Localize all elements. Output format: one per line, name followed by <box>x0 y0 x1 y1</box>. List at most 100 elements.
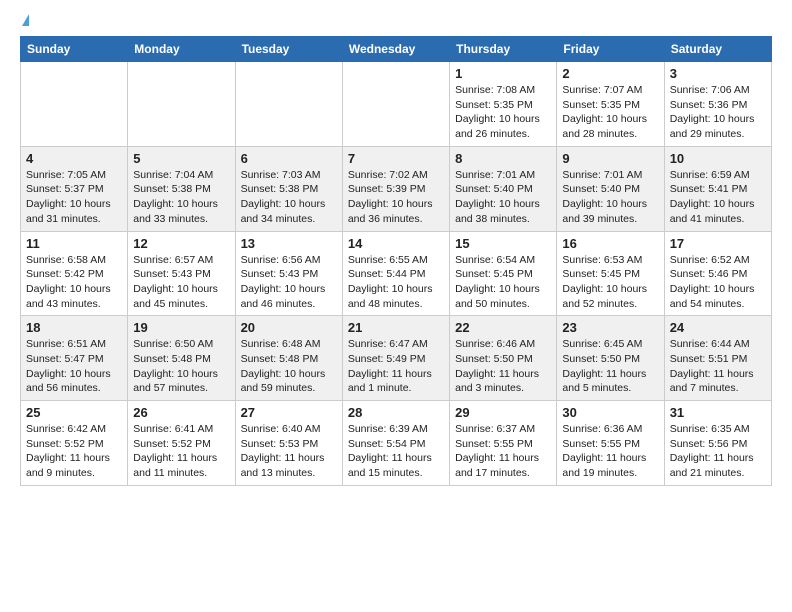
calendar-cell: 16 Sunrise: 6:53 AMSunset: 5:45 PMDayligh… <box>557 231 664 316</box>
header-row: Sunday Monday Tuesday Wednesday Thursday… <box>21 37 772 62</box>
cell-day-info: Sunrise: 7:06 AMSunset: 5:36 PMDaylight:… <box>670 83 766 142</box>
cell-day-info: Sunrise: 6:59 AMSunset: 5:41 PMDaylight:… <box>670 168 766 227</box>
cell-day-info: Sunrise: 6:57 AMSunset: 5:43 PMDaylight:… <box>133 253 229 312</box>
cell-day-number: 31 <box>670 405 766 420</box>
calendar-cell: 19 Sunrise: 6:50 AMSunset: 5:48 PMDayligh… <box>128 316 235 401</box>
calendar-cell: 22Sunrise: 6:46 AMSunset: 5:50 PMDayligh… <box>450 316 557 401</box>
calendar-cell: 9 Sunrise: 7:01 AMSunset: 5:40 PMDaylight… <box>557 146 664 231</box>
cell-day-number: 10 <box>670 151 766 166</box>
week-row-5: 25 Sunrise: 6:42 AMSunset: 5:52 PMDayligh… <box>21 401 772 486</box>
calendar-cell: 3 Sunrise: 7:06 AMSunset: 5:36 PMDaylight… <box>664 62 771 147</box>
cell-day-number: 4 <box>26 151 122 166</box>
week-row-3: 11 Sunrise: 6:58 AMSunset: 5:42 PMDayligh… <box>21 231 772 316</box>
calendar-cell: 26 Sunrise: 6:41 AMSunset: 5:52 PMDayligh… <box>128 401 235 486</box>
calendar-cell: 5 Sunrise: 7:04 AMSunset: 5:38 PMDaylight… <box>128 146 235 231</box>
calendar-table: Sunday Monday Tuesday Wednesday Thursday… <box>20 36 772 486</box>
cell-day-info: Sunrise: 7:01 AMSunset: 5:40 PMDaylight:… <box>455 168 551 227</box>
col-tuesday: Tuesday <box>235 37 342 62</box>
cell-day-number: 16 <box>562 236 658 251</box>
calendar-cell: 2 Sunrise: 7:07 AMSunset: 5:35 PMDaylight… <box>557 62 664 147</box>
cell-day-number: 28 <box>348 405 444 420</box>
col-thursday: Thursday <box>450 37 557 62</box>
cell-day-info: Sunrise: 7:01 AMSunset: 5:40 PMDaylight:… <box>562 168 658 227</box>
cell-day-number: 25 <box>26 405 122 420</box>
cell-day-number: 30 <box>562 405 658 420</box>
calendar-cell: 31Sunrise: 6:35 AMSunset: 5:56 PMDayligh… <box>664 401 771 486</box>
calendar-cell: 7 Sunrise: 7:02 AMSunset: 5:39 PMDaylight… <box>342 146 449 231</box>
cell-day-info: Sunrise: 7:05 AMSunset: 5:37 PMDaylight:… <box>26 168 122 227</box>
cell-day-number: 13 <box>241 236 337 251</box>
calendar-cell: 12 Sunrise: 6:57 AMSunset: 5:43 PMDayligh… <box>128 231 235 316</box>
logo-triangle-icon <box>22 14 29 26</box>
calendar-cell: 17Sunrise: 6:52 AMSunset: 5:46 PMDayligh… <box>664 231 771 316</box>
calendar-cell: 10 Sunrise: 6:59 AMSunset: 5:41 PMDayligh… <box>664 146 771 231</box>
col-saturday: Saturday <box>664 37 771 62</box>
col-monday: Monday <box>128 37 235 62</box>
week-row-2: 4 Sunrise: 7:05 AMSunset: 5:37 PMDaylight… <box>21 146 772 231</box>
calendar-cell: 14 Sunrise: 6:55 AMSunset: 5:44 PMDayligh… <box>342 231 449 316</box>
calendar-cell: 25 Sunrise: 6:42 AMSunset: 5:52 PMDayligh… <box>21 401 128 486</box>
cell-day-info: Sunrise: 6:39 AMSunset: 5:54 PMDaylight:… <box>348 422 444 481</box>
cell-day-info: Sunrise: 6:44 AMSunset: 5:51 PMDaylight:… <box>670 337 766 396</box>
calendar-cell: 4 Sunrise: 7:05 AMSunset: 5:37 PMDaylight… <box>21 146 128 231</box>
col-wednesday: Wednesday <box>342 37 449 62</box>
cell-day-info: Sunrise: 6:46 AMSunset: 5:50 PMDaylight:… <box>455 337 551 396</box>
calendar-cell: 18 Sunrise: 6:51 AMSunset: 5:47 PMDayligh… <box>21 316 128 401</box>
calendar-cell <box>342 62 449 147</box>
cell-day-info: Sunrise: 6:37 AMSunset: 5:55 PMDaylight:… <box>455 422 551 481</box>
cell-day-number: 3 <box>670 66 766 81</box>
cell-day-number: 24 <box>670 320 766 335</box>
page-header <box>20 16 772 28</box>
col-sunday: Sunday <box>21 37 128 62</box>
cell-day-info: Sunrise: 7:04 AMSunset: 5:38 PMDaylight:… <box>133 168 229 227</box>
calendar-cell <box>128 62 235 147</box>
cell-day-number: 2 <box>562 66 658 81</box>
cell-day-info: Sunrise: 6:51 AMSunset: 5:47 PMDaylight:… <box>26 337 122 396</box>
cell-day-number: 20 <box>241 320 337 335</box>
cell-day-number: 11 <box>26 236 122 251</box>
cell-day-number: 5 <box>133 151 229 166</box>
calendar-cell <box>21 62 128 147</box>
cell-day-info: Sunrise: 6:55 AMSunset: 5:44 PMDaylight:… <box>348 253 444 312</box>
cell-day-number: 12 <box>133 236 229 251</box>
cell-day-number: 17 <box>670 236 766 251</box>
cell-day-number: 15 <box>455 236 551 251</box>
cell-day-number: 8 <box>455 151 551 166</box>
cell-day-number: 21 <box>348 320 444 335</box>
cell-day-number: 27 <box>241 405 337 420</box>
calendar-cell: 27 Sunrise: 6:40 AMSunset: 5:53 PMDayligh… <box>235 401 342 486</box>
calendar-cell: 24 Sunrise: 6:44 AMSunset: 5:51 PMDayligh… <box>664 316 771 401</box>
cell-day-number: 6 <box>241 151 337 166</box>
col-friday: Friday <box>557 37 664 62</box>
cell-day-info: Sunrise: 6:50 AMSunset: 5:48 PMDaylight:… <box>133 337 229 396</box>
cell-day-info: Sunrise: 6:54 AMSunset: 5:45 PMDaylight:… <box>455 253 551 312</box>
cell-day-info: Sunrise: 6:36 AMSunset: 5:55 PMDaylight:… <box>562 422 658 481</box>
cell-day-info: Sunrise: 6:48 AMSunset: 5:48 PMDaylight:… <box>241 337 337 396</box>
cell-day-info: Sunrise: 6:45 AMSunset: 5:50 PMDaylight:… <box>562 337 658 396</box>
cell-day-info: Sunrise: 6:47 AMSunset: 5:49 PMDaylight:… <box>348 337 444 396</box>
cell-day-number: 9 <box>562 151 658 166</box>
calendar-cell: 6 Sunrise: 7:03 AMSunset: 5:38 PMDaylight… <box>235 146 342 231</box>
cell-day-number: 26 <box>133 405 229 420</box>
calendar-cell: 11 Sunrise: 6:58 AMSunset: 5:42 PMDayligh… <box>21 231 128 316</box>
cell-day-number: 18 <box>26 320 122 335</box>
cell-day-info: Sunrise: 7:02 AMSunset: 5:39 PMDaylight:… <box>348 168 444 227</box>
calendar-cell: 1Sunrise: 7:08 AMSunset: 5:35 PMDaylight… <box>450 62 557 147</box>
calendar-cell <box>235 62 342 147</box>
calendar-cell: 29Sunrise: 6:37 AMSunset: 5:55 PMDayligh… <box>450 401 557 486</box>
calendar-cell: 30 Sunrise: 6:36 AMSunset: 5:55 PMDayligh… <box>557 401 664 486</box>
cell-day-info: Sunrise: 6:40 AMSunset: 5:53 PMDaylight:… <box>241 422 337 481</box>
cell-day-info: Sunrise: 6:58 AMSunset: 5:42 PMDaylight:… <box>26 253 122 312</box>
logo <box>20 16 29 28</box>
cell-day-info: Sunrise: 7:03 AMSunset: 5:38 PMDaylight:… <box>241 168 337 227</box>
week-row-1: 1Sunrise: 7:08 AMSunset: 5:35 PMDaylight… <box>21 62 772 147</box>
cell-day-number: 7 <box>348 151 444 166</box>
cell-day-info: Sunrise: 6:41 AMSunset: 5:52 PMDaylight:… <box>133 422 229 481</box>
cell-day-number: 14 <box>348 236 444 251</box>
cell-day-info: Sunrise: 7:07 AMSunset: 5:35 PMDaylight:… <box>562 83 658 142</box>
cell-day-number: 1 <box>455 66 551 81</box>
cell-day-info: Sunrise: 6:42 AMSunset: 5:52 PMDaylight:… <box>26 422 122 481</box>
cell-day-info: Sunrise: 6:53 AMSunset: 5:45 PMDaylight:… <box>562 253 658 312</box>
calendar-cell: 13Sunrise: 6:56 AMSunset: 5:43 PMDayligh… <box>235 231 342 316</box>
cell-day-number: 19 <box>133 320 229 335</box>
